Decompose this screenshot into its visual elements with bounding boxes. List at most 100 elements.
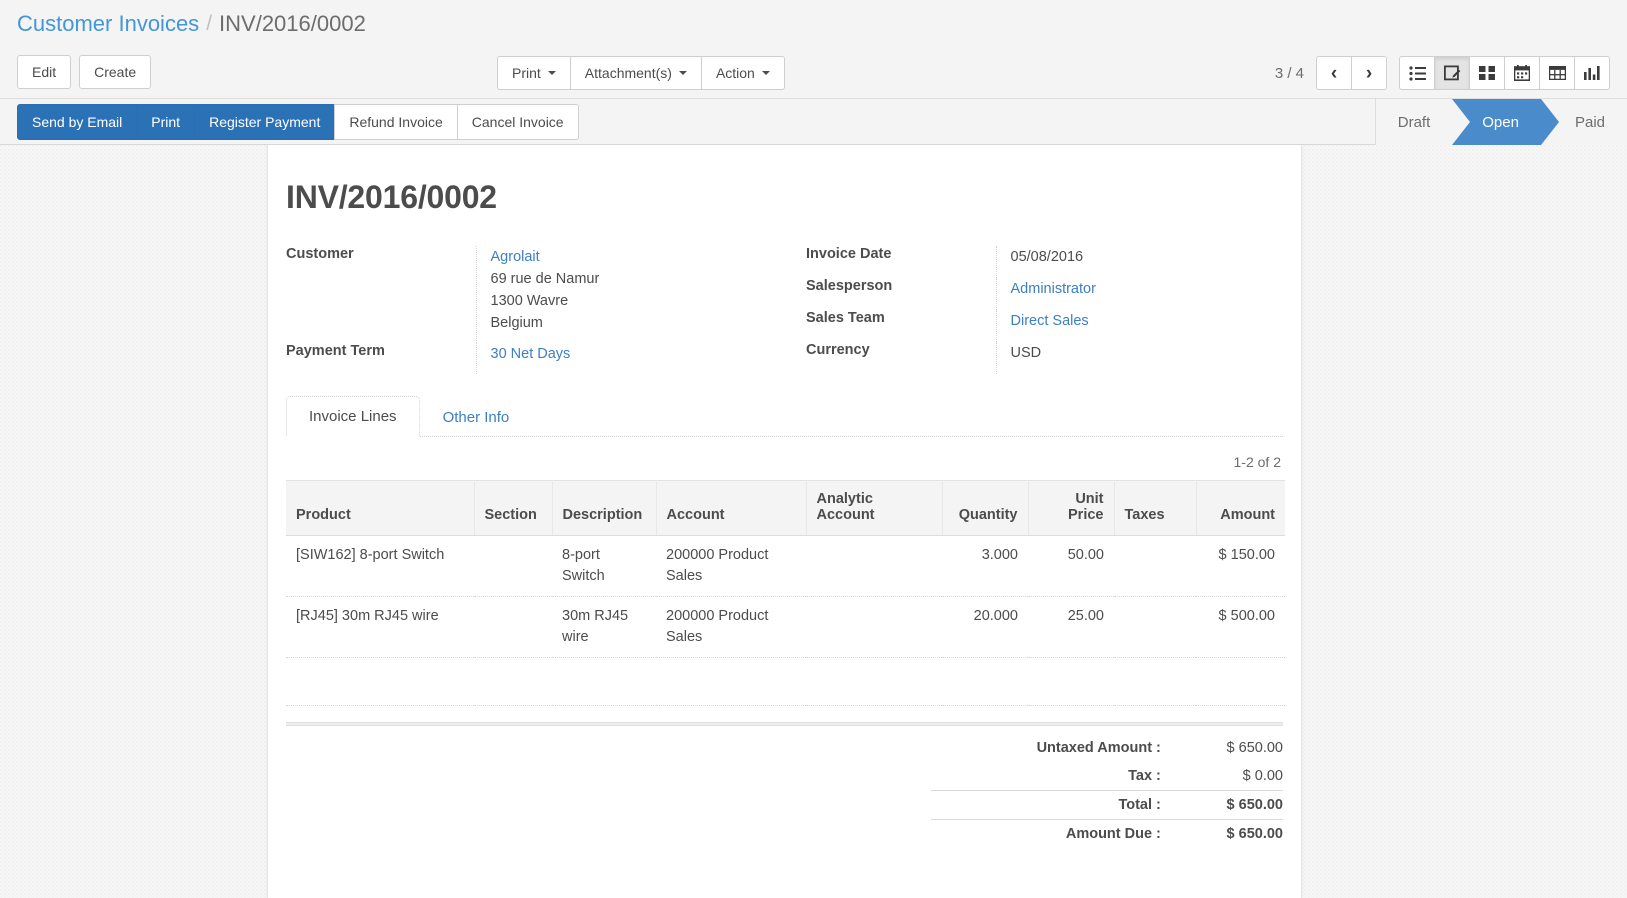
cell-section (474, 596, 552, 658)
view-switch-graph[interactable] (1574, 56, 1610, 90)
column-header-amount[interactable]: Amount (1196, 480, 1285, 536)
invoice-lines-table: Product Section Description Account Anal… (286, 480, 1285, 706)
table-row[interactable]: [RJ45] 30m RJ45 wire 30m RJ45 wire 20000… (286, 596, 1285, 658)
column-header-section[interactable]: Section (474, 480, 553, 536)
chevron-left-icon: ‹ (1330, 62, 1338, 84)
cell-product: [SIW162] 8-port Switch (286, 535, 474, 597)
salesperson-link[interactable]: Administrator (1011, 281, 1096, 297)
view-switcher (1399, 56, 1610, 90)
breadcrumb-bar: Customer Invoices / INV/2016/0002 (0, 0, 1627, 47)
view-switch-list[interactable] (1399, 56, 1435, 90)
customer-street: 69 rue de Namur (490, 271, 600, 287)
cell-taxes (1114, 535, 1196, 597)
view-switch-kanban[interactable] (1469, 56, 1505, 90)
tax-value: $ 0.00 (1242, 768, 1283, 784)
cell-account: 200000 Product Sales (656, 596, 806, 658)
totals-divider (286, 722, 1283, 726)
breadcrumb-separator: / (206, 11, 213, 35)
column-header-product[interactable]: Product (286, 480, 475, 536)
form-viewport: INV/2016/0002 Customer Agrolait 69 rue d… (0, 145, 1627, 898)
salesperson-value: Administrator (995, 278, 1156, 310)
salesperson-label: Salesperson (806, 278, 893, 294)
chevron-down-icon (678, 71, 687, 75)
attachments-label: Attachment(s) (584, 65, 672, 81)
table-row[interactable]: [SIW162] 8-port Switch 8-port Switch 200… (286, 535, 1285, 597)
totals-row-amount-due: Amount Due : $ 650.00 (931, 819, 1283, 848)
untaxed-amount-label: Untaxed Amount : (1036, 740, 1161, 756)
currency-value: USD (995, 342, 1156, 374)
column-header-taxes[interactable]: Taxes (1114, 480, 1197, 536)
breadcrumb-root-link[interactable]: Customer Invoices (17, 11, 199, 37)
cell-amount: $ 500.00 (1196, 596, 1285, 658)
table-empty-row[interactable] (286, 657, 1285, 706)
print-invoice-button[interactable]: Print (136, 104, 196, 140)
edit-button[interactable]: Edit (17, 55, 72, 89)
create-button[interactable]: Create (79, 55, 152, 89)
amount-due-label: Amount Due : (931, 819, 1187, 848)
status-stage-open[interactable]: Open (1452, 99, 1559, 145)
graph-view-icon (1584, 66, 1600, 80)
totals-row-tax: Tax : $ 0.00 (931, 762, 1283, 791)
cell-quantity: 3.000 (942, 535, 1028, 597)
tab-other-info[interactable]: Other Info (420, 397, 533, 437)
cell-account: 200000 Product Sales (656, 535, 806, 597)
pager-and-views: 3 / 4 ‹ › (1275, 56, 1610, 90)
attachments-dropdown-button[interactable]: Attachment(s) (569, 56, 702, 90)
control-panel: Edit Create Print Attachment(s) Action 3… (0, 47, 1627, 99)
list-view-icon (1408, 65, 1426, 81)
action-dropdown-button[interactable]: Action (700, 56, 785, 90)
pager-next-button[interactable]: › (1351, 56, 1387, 90)
column-header-account[interactable]: Account (656, 480, 807, 536)
field-row-sales-team: Sales Team Direct Sales (806, 310, 1156, 342)
customer-value: Agrolait 69 rue de Namur 1300 Wavre Belg… (475, 246, 807, 343)
chevron-right-icon: › (1365, 62, 1373, 84)
pivot-view-icon (1548, 66, 1566, 80)
sales-team-link[interactable]: Direct Sales (1011, 313, 1089, 329)
totals-row-total: Total : $ 650.00 (931, 790, 1283, 820)
cell-quantity: 20.000 (942, 596, 1028, 658)
payment-term-label: Payment Term (286, 343, 385, 359)
totals-table: Untaxed Amount : $ 650.00 Tax : $ 0.00 T… (931, 734, 1283, 848)
total-value: $ 650.00 (1186, 790, 1283, 820)
payment-term-link[interactable]: 30 Net Days (491, 346, 571, 362)
tab-invoice-lines[interactable]: Invoice Lines (286, 396, 420, 437)
calendar-view-icon (1514, 65, 1530, 81)
customer-label: Customer (286, 246, 354, 262)
invoice-date-value: 05/08/2016 (995, 246, 1156, 278)
form-sheet: INV/2016/0002 Customer Agrolait 69 rue d… (267, 145, 1302, 898)
cell-amount: $ 150.00 (1196, 535, 1285, 597)
field-row-customer: Customer Agrolait 69 rue de Namur 1300 W… (286, 246, 806, 343)
field-row-currency: Currency USD (806, 342, 1156, 374)
kanban-view-icon (1479, 66, 1495, 80)
view-switch-form[interactable] (1434, 56, 1470, 90)
pager-previous-button[interactable]: ‹ (1316, 56, 1352, 90)
view-switch-pivot[interactable] (1539, 56, 1575, 90)
cell-section (474, 535, 552, 597)
header-fields-left: Customer Agrolait 69 rue de Namur 1300 W… (286, 246, 806, 374)
lines-pager[interactable]: 1-2 of 2 (286, 437, 1283, 480)
status-stage-draft[interactable]: Draft (1375, 99, 1453, 145)
notebook: Invoice Lines Other Info 1-2 of 2 Produc… (286, 396, 1285, 848)
column-header-analytic-account[interactable]: Analytic Account (806, 480, 943, 536)
cancel-invoice-button[interactable]: Cancel Invoice (456, 104, 579, 140)
chevron-down-icon (761, 71, 770, 75)
customer-country: Belgium (490, 315, 543, 331)
cell-product: [RJ45] 30m RJ45 wire (286, 596, 474, 658)
column-header-description[interactable]: Description (552, 480, 657, 536)
header-fields-right: Invoice Date 05/08/2016 Salesperson Admi… (806, 246, 1156, 374)
customer-name-link[interactable]: Agrolait (491, 246, 807, 268)
record-actions-group: Edit Create (17, 55, 152, 89)
view-switch-calendar[interactable] (1504, 56, 1540, 90)
print-label: Print (512, 65, 541, 81)
send-by-email-button[interactable]: Send by Email (17, 104, 138, 140)
pager-counter: 3 / 4 (1274, 64, 1304, 82)
refund-invoice-button[interactable]: Refund Invoice (334, 104, 458, 140)
column-header-unit-price[interactable]: Unit Price (1028, 480, 1115, 536)
breadcrumb-current: INV/2016/0002 (219, 10, 366, 36)
register-payment-button[interactable]: Register Payment (194, 104, 336, 140)
sales-team-value: Direct Sales (995, 310, 1156, 342)
column-header-quantity[interactable]: Quantity (942, 480, 1029, 536)
status-bar: Send by Email Print Register Payment Ref… (0, 99, 1627, 145)
print-dropdown-button[interactable]: Print (497, 56, 571, 90)
invoice-lines-body: [SIW162] 8-port Switch 8-port Switch 200… (286, 535, 1285, 706)
